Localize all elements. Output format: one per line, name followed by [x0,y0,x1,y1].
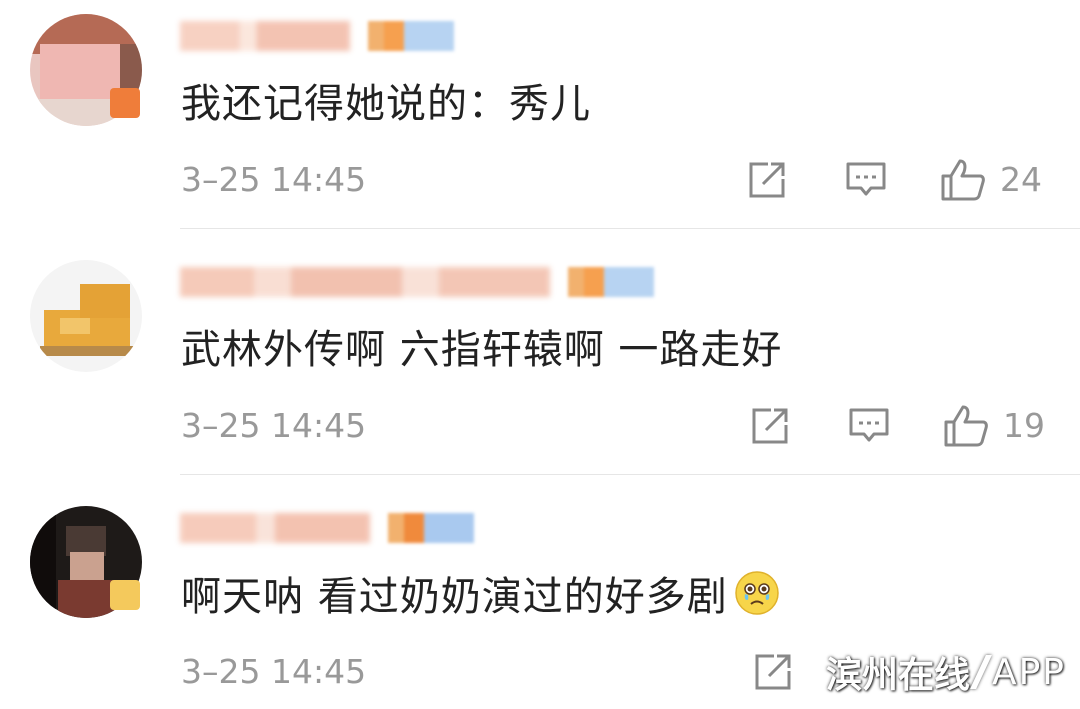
watermark-slash [970,655,992,689]
watermark-app: APP [991,651,1066,693]
comment-button[interactable] [845,158,887,202]
comment-time: 3–25 14:45 [181,160,367,199]
comment-text-content: 啊天呐 看过奶奶演过的好多剧 [181,574,728,620]
thumbs-up-icon [944,405,988,447]
share-button[interactable] [750,404,790,448]
share-icon [755,654,791,690]
user-level-badge [368,21,454,51]
like-button[interactable]: 19 [943,404,1045,448]
share-icon [752,408,788,444]
comment-icon [849,408,889,442]
avatar-badge [110,580,140,610]
comment-list: 我还记得她说的：秀儿 3–25 14:45 24 武林外传啊 六指轩辕啊 一路走… [0,0,1080,709]
like-button[interactable]: 24 [940,158,1042,202]
like-count: 24 [1000,160,1042,199]
divider [180,228,1080,229]
avatar-badge [110,88,140,118]
user-level-badge [388,513,474,543]
comment-time: 3–25 14:45 [181,652,367,691]
comment-item: 我还记得她说的：秀儿 3–25 14:45 24 [0,0,1080,246]
avatar[interactable] [30,260,142,372]
comment-time: 3–25 14:45 [181,406,367,445]
comment-text: 我还记得她说的：秀儿 [181,81,591,127]
comment-button[interactable] [848,404,890,448]
watermark-logo: 滨州在线 APP [825,649,1066,697]
divider [180,474,1080,475]
comment-text: 啊天呐 看过奶奶演过的好多剧 [181,570,780,623]
comment-text: 武林外传啊 六指轩辕啊 一路走好 [181,327,783,373]
crying-face-emoji-icon [734,571,779,615]
share-icon [749,162,785,198]
watermark-name: 滨州在线 [825,655,970,696]
comment-item: 武林外传啊 六指轩辕啊 一路走好 3–25 14:45 19 [0,246,1080,492]
comment-icon [846,162,886,196]
username[interactable] [180,264,654,300]
like-count: 19 [1003,406,1045,445]
share-button[interactable] [747,158,787,202]
thumbs-up-icon [941,159,985,201]
username[interactable] [180,18,454,54]
username[interactable] [180,510,474,546]
user-level-badge [568,267,654,297]
share-button[interactable] [753,650,793,694]
